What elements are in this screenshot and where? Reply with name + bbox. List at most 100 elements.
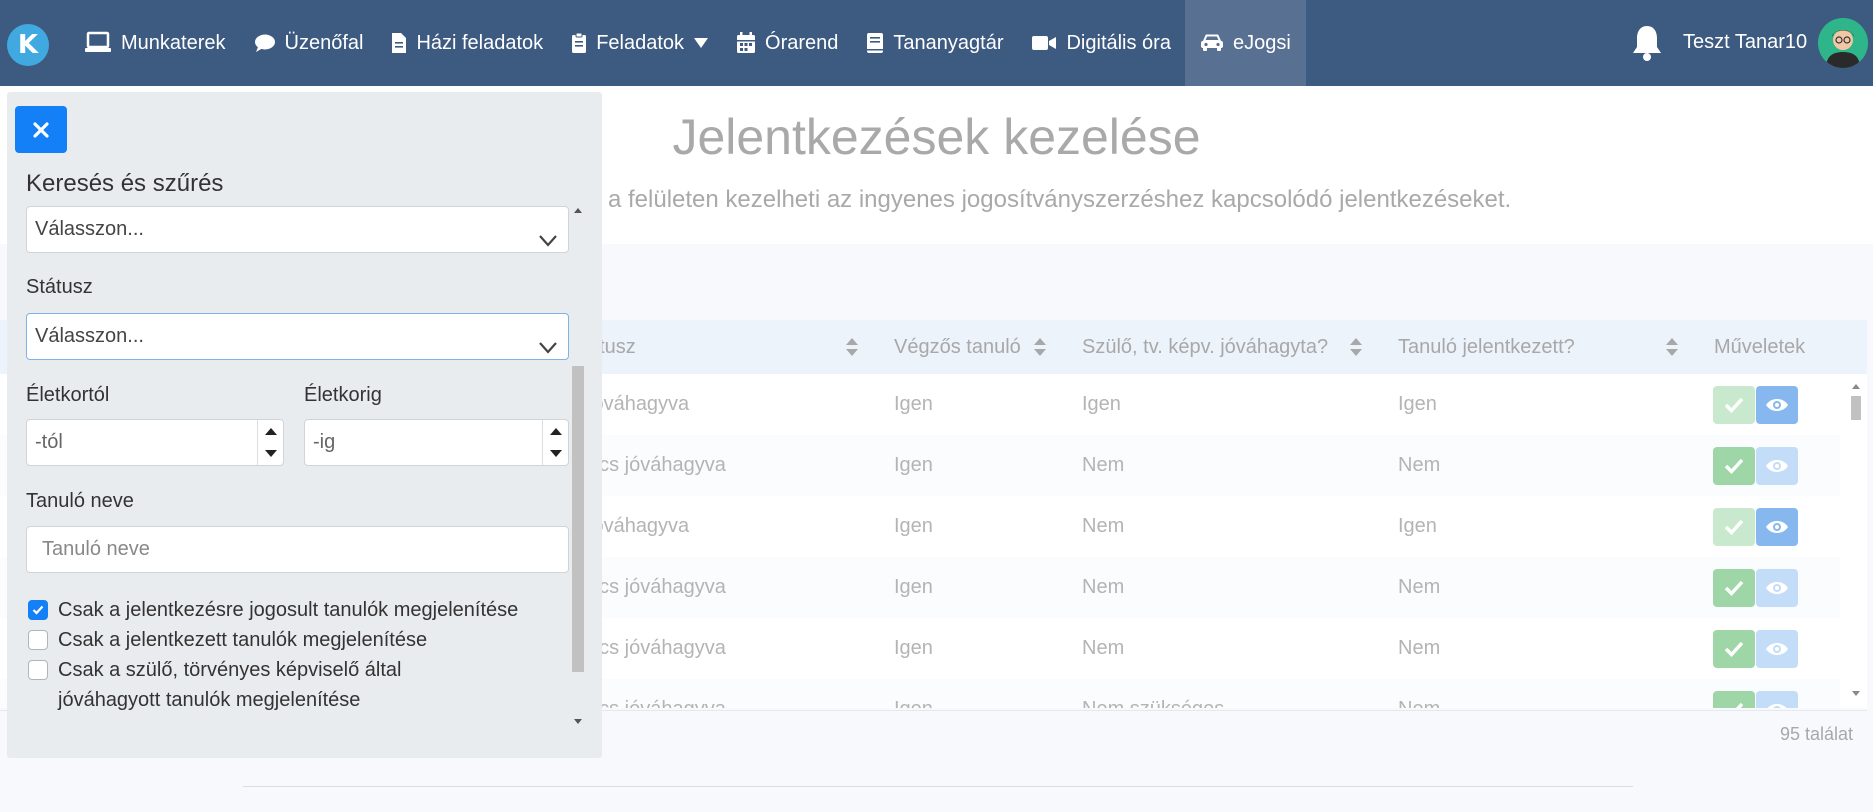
nav-item-uzenofal[interactable]: Üzenőfal (240, 0, 378, 86)
cell-tanulo: Nem (1398, 679, 1440, 708)
view-button[interactable] (1756, 691, 1798, 708)
approve-button[interactable] (1713, 447, 1755, 485)
cell-szulo: Igen (1082, 393, 1121, 415)
filter-panel-title: Keresés és szűrés (26, 170, 224, 197)
view-button[interactable] (1756, 447, 1798, 485)
header-tanulo[interactable]: Tanuló jelentkezett? (1398, 320, 1575, 374)
checkbox-parent-approved[interactable]: Csak a szülő, törvényes képviselő által … (28, 655, 508, 715)
sort-icon[interactable] (1034, 338, 1046, 361)
check-icon (1724, 397, 1744, 413)
stepper-icon[interactable] (542, 420, 568, 465)
cell-vegzos: Igen (894, 515, 933, 537)
filter-select-1[interactable]: Válasszon... (26, 206, 569, 253)
age-from-input[interactable]: -tól (26, 419, 284, 466)
sort-icon[interactable] (1666, 338, 1678, 361)
eye-icon (1766, 399, 1788, 411)
sort-icon[interactable] (1350, 338, 1362, 361)
approve-button[interactable] (1713, 508, 1755, 546)
cell-szulo: Nem szükséges (1082, 679, 1224, 708)
result-count: 95 találat (1779, 724, 1853, 744)
eye-icon (1766, 582, 1788, 594)
nav-item-orarend[interactable]: Órarend (722, 0, 852, 86)
checkbox-eligible[interactable]: Csak a jelentkezésre jogosult tanulók me… (28, 595, 518, 625)
kreta-logo[interactable]: K (7, 24, 49, 66)
filter-scroll-area: Válasszon... Státusz Válasszon... Életko… (7, 206, 582, 740)
cell-status: ncs jóváhagyva (588, 454, 726, 476)
nav-menu: Munkaterek Üzenőfal Házi feladatok Felad… (70, 0, 1306, 86)
cell-vegzos: Igen (894, 393, 933, 415)
nav-item-digitalis-ora[interactable]: Digitális óra (1017, 0, 1184, 86)
age-to-label: Életkorig (304, 384, 382, 406)
status-label: Státusz (26, 276, 93, 298)
nav-item-feladatok[interactable]: Feladatok (557, 0, 722, 86)
approve-button[interactable] (1713, 386, 1755, 424)
cell-vegzos: Igen (894, 454, 933, 476)
filter-panel: Keresés és szűrés Válasszon... Státusz V… (7, 92, 602, 758)
sort-icon[interactable] (846, 338, 858, 361)
nav-item-hazi-feladatok[interactable]: Házi feladatok (377, 0, 557, 86)
caret-down-icon (694, 38, 709, 48)
status-select[interactable]: Válasszon... (26, 313, 569, 360)
header-muveletek: Műveletek (1714, 336, 1806, 358)
eye-icon (1766, 460, 1788, 472)
video-icon (1031, 34, 1057, 52)
nav-item-munkaterek[interactable]: Munkaterek (70, 0, 240, 86)
checkbox-icon[interactable] (28, 630, 48, 650)
age-to-input[interactable]: -ig (304, 419, 569, 466)
check-icon (1724, 641, 1744, 657)
page-subtitle: a felületen kezelheti az ingyenes jogosí… (608, 186, 1512, 213)
cell-vegzos: Igen (894, 637, 933, 659)
eye-icon (1766, 521, 1788, 533)
cell-tanulo: Nem (1398, 454, 1441, 476)
eye-icon (1767, 704, 1787, 708)
cell-status: ncs jóváhagyva (588, 576, 726, 598)
user-avatar[interactable] (1818, 18, 1868, 68)
cell-tanulo: Igen (1398, 393, 1437, 415)
cell-tanulo: Nem (1398, 637, 1441, 659)
scrollbar-thumb[interactable] (572, 366, 584, 672)
chevron-down-icon (538, 220, 558, 265)
view-button[interactable] (1756, 508, 1798, 546)
close-icon (33, 121, 49, 138)
checkbox-applied[interactable]: Csak a jelentkezett tanulók megjelenítés… (28, 625, 427, 655)
checkbox-icon[interactable] (28, 660, 48, 680)
filter-scrollbar[interactable] (570, 206, 586, 726)
book-icon (866, 32, 884, 54)
student-name-label: Tanuló neve (26, 490, 134, 512)
checkbox-checked-icon[interactable] (28, 600, 48, 620)
car-icon (1200, 33, 1224, 53)
view-button[interactable] (1756, 569, 1798, 607)
laptop-icon (84, 31, 112, 55)
clipboard-icon (571, 32, 587, 54)
footer-divider (243, 786, 1633, 787)
student-name-input[interactable]: Tanuló neve (26, 526, 569, 573)
chevron-down-icon (538, 327, 558, 372)
nav-item-ejogsi[interactable]: eJogsi (1184, 0, 1306, 86)
calendar-icon (736, 32, 756, 54)
cell-status: ncs jóváhagyva (588, 679, 726, 708)
close-panel-button[interactable] (15, 106, 67, 153)
header-szulo[interactable]: Szülő, tv. képv. jóváhagyta? (1082, 320, 1328, 374)
cell-vegzos: Igen (894, 576, 933, 598)
check-icon (1735, 702, 1744, 708)
view-button[interactable] (1756, 630, 1798, 668)
cell-tanulo: Nem (1398, 576, 1441, 598)
view-button[interactable] (1756, 386, 1798, 424)
nav-item-tananyagtar[interactable]: Tananyagtár (852, 0, 1017, 86)
cell-szulo: Nem (1082, 637, 1125, 659)
approve-button[interactable] (1713, 691, 1755, 708)
header-vegzos[interactable]: Végzős tanuló (894, 320, 1021, 374)
notification-bell-icon[interactable] (1630, 24, 1664, 67)
table-scrollbar[interactable] (1849, 382, 1863, 702)
approve-button[interactable] (1713, 569, 1755, 607)
cell-status: jóváhagyva (588, 393, 690, 415)
cell-tanulo: Igen (1398, 515, 1437, 537)
cell-vegzos: Igen (894, 679, 933, 708)
check-icon (1724, 580, 1744, 596)
cell-szulo: Nem (1082, 454, 1125, 476)
cell-status: ncs jóváhagyva (588, 637, 726, 659)
age-from-label: Életkortól (26, 384, 110, 406)
username[interactable]: Teszt Tanar10 (1683, 31, 1807, 54)
stepper-icon[interactable] (257, 420, 283, 465)
approve-button[interactable] (1713, 630, 1755, 668)
